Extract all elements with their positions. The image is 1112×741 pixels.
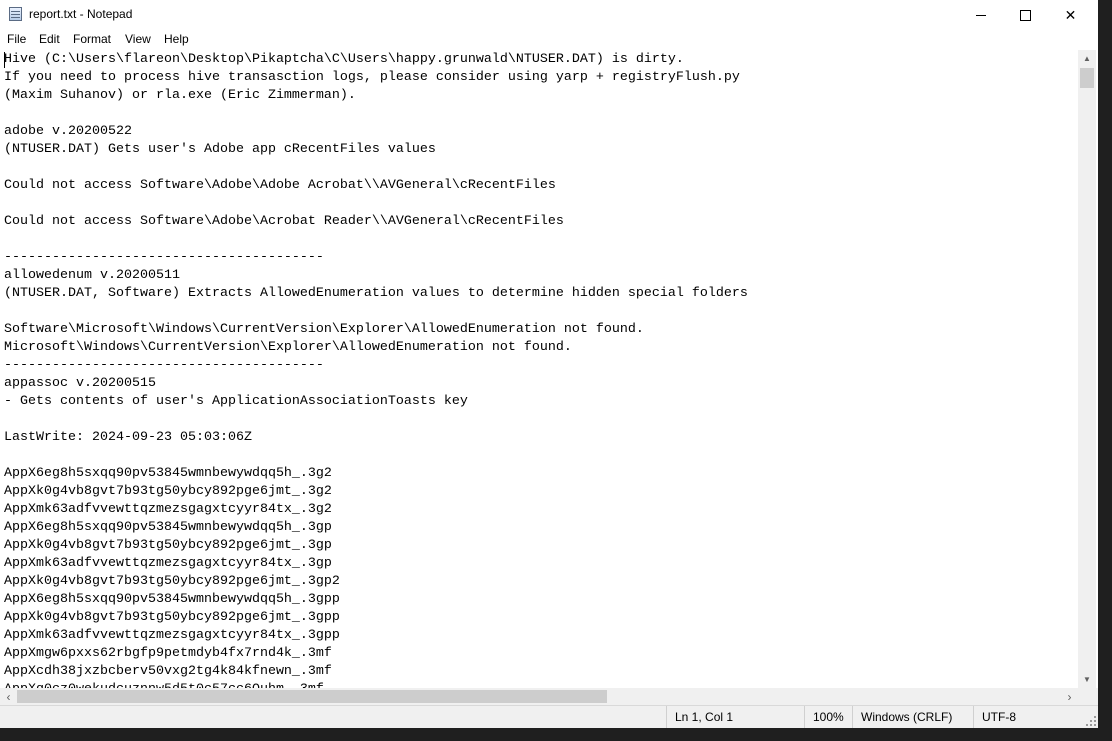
editor-line: Could not access Software\Adobe\Acrobat …: [4, 214, 564, 229]
editor-line: AppXmk63adfvvewttqzmezsgagxtcyyr84tx_.3g…: [4, 628, 340, 643]
editor-line: LastWrite: 2024-09-23 05:03:06Z: [4, 430, 252, 445]
editor-line: AppXk0g4vb8gvt7b93tg50ybcy892pge6jmt_.3g…: [4, 538, 332, 553]
editor-line: AppX6eg8h5sxqq90pv53845wmnbewywdqq5h_.3g…: [4, 592, 340, 607]
minimize-button[interactable]: [958, 0, 1003, 30]
menu-bar: File Edit Format View Help: [0, 30, 1098, 50]
status-bar: Ln 1, Col 1 100% Windows (CRLF) UTF-8: [0, 705, 1098, 728]
editor-line: AppX6eg8h5sxqq90pv53845wmnbewywdqq5h_.3g…: [4, 520, 332, 535]
editor-line: appassoc v.20200515: [4, 376, 156, 391]
editor-line: AppXmk63adfvvewttqzmezsgagxtcyyr84tx_.3g…: [4, 556, 332, 571]
editor-line: AppXk0g4vb8gvt7b93tg50ybcy892pge6jmt_.3g…: [4, 574, 340, 589]
text-editor[interactable]: Hive (C:\Users\flareon\Desktop\Pikaptcha…: [0, 50, 1078, 688]
editor-line: ----------------------------------------: [4, 250, 324, 265]
close-icon: ✕: [1064, 6, 1077, 23]
horizontal-scroll-thumb[interactable]: [17, 690, 607, 703]
notepad-app-icon: [9, 7, 22, 21]
editor-line: AppXk0g4vb8gvt7b93tg50ybcy892pge6jmt_.3g…: [4, 484, 332, 499]
maximize-button[interactable]: [1003, 0, 1048, 30]
editor-line: (NTUSER.DAT) Gets user's Adobe app cRece…: [4, 142, 436, 157]
editor-line: AppX6eg8h5sxqq90pv53845wmnbewywdqq5h_.3g…: [4, 466, 332, 481]
editor-line: Software\Microsoft\Windows\CurrentVersio…: [4, 322, 644, 337]
menu-help[interactable]: Help: [164, 32, 189, 46]
title-bar[interactable]: report.txt - Notepad ✕: [0, 0, 1098, 30]
editor-line: ----------------------------------------: [4, 358, 324, 373]
window-title: report.txt - Notepad: [29, 7, 133, 21]
menu-file[interactable]: File: [7, 32, 26, 46]
scroll-left-icon[interactable]: ‹: [0, 688, 17, 705]
editor-line: (Maxim Suhanov) or rla.exe (Eric Zimmerm…: [4, 88, 356, 103]
maximize-icon: [1020, 9, 1031, 21]
editor-line: AppXcdh38jxzbcberv50vxg2tg4k84kfnewn_.3m…: [4, 664, 332, 679]
editor-line: - Gets contents of user's ApplicationAss…: [4, 394, 468, 409]
scroll-up-icon[interactable]: ▲: [1078, 50, 1096, 67]
editor-line: Microsoft\Windows\CurrentVersion\Explore…: [4, 340, 572, 355]
editor-content[interactable]: Hive (C:\Users\flareon\Desktop\Pikaptcha…: [4, 51, 748, 688]
menu-edit[interactable]: Edit: [39, 32, 60, 46]
status-cursor-position: Ln 1, Col 1: [666, 706, 801, 728]
editor-line: If you need to process hive transasction…: [4, 70, 740, 85]
vertical-scrollbar[interactable]: ▲ ▼: [1078, 50, 1096, 688]
scrollbar-corner: [1078, 688, 1098, 705]
editor-line: AppXmk63adfvvewttqzmezsgagxtcyyr84tx_.3g…: [4, 502, 332, 517]
status-encoding: UTF-8: [973, 706, 1098, 728]
editor-line: allowedenum v.20200511: [4, 268, 180, 283]
editor-line: Hive (C:\Users\flareon\Desktop\Pikaptcha…: [4, 52, 684, 67]
editor-line: adobe v.20200522: [4, 124, 132, 139]
close-button[interactable]: ✕: [1048, 0, 1093, 30]
status-line-endings: Windows (CRLF): [852, 706, 972, 728]
horizontal-scrollbar[interactable]: ‹ ›: [0, 688, 1078, 705]
vertical-scroll-thumb[interactable]: [1080, 68, 1094, 88]
resize-grip-icon[interactable]: [1086, 716, 1096, 726]
editor-line: AppXk0g4vb8gvt7b93tg50ybcy892pge6jmt_.3g…: [4, 610, 340, 625]
editor-line: Could not access Software\Adobe\Adobe Ac…: [4, 178, 556, 193]
minimize-icon: [975, 14, 986, 16]
scroll-down-icon[interactable]: ▼: [1078, 671, 1096, 688]
menu-view[interactable]: View: [125, 32, 151, 46]
editor-line: (NTUSER.DAT, Software) Extracts AllowedE…: [4, 286, 748, 301]
editor-line: AppXmgw6pxxs62rbgfp9petmdyb4fx7rnd4k_.3m…: [4, 646, 332, 661]
scroll-right-icon[interactable]: ›: [1061, 688, 1078, 705]
status-zoom: 100%: [804, 706, 852, 728]
notepad-window: report.txt - Notepad ✕ File Edit Format …: [0, 0, 1098, 728]
text-caret: [4, 52, 5, 68]
menu-format[interactable]: Format: [73, 32, 111, 46]
